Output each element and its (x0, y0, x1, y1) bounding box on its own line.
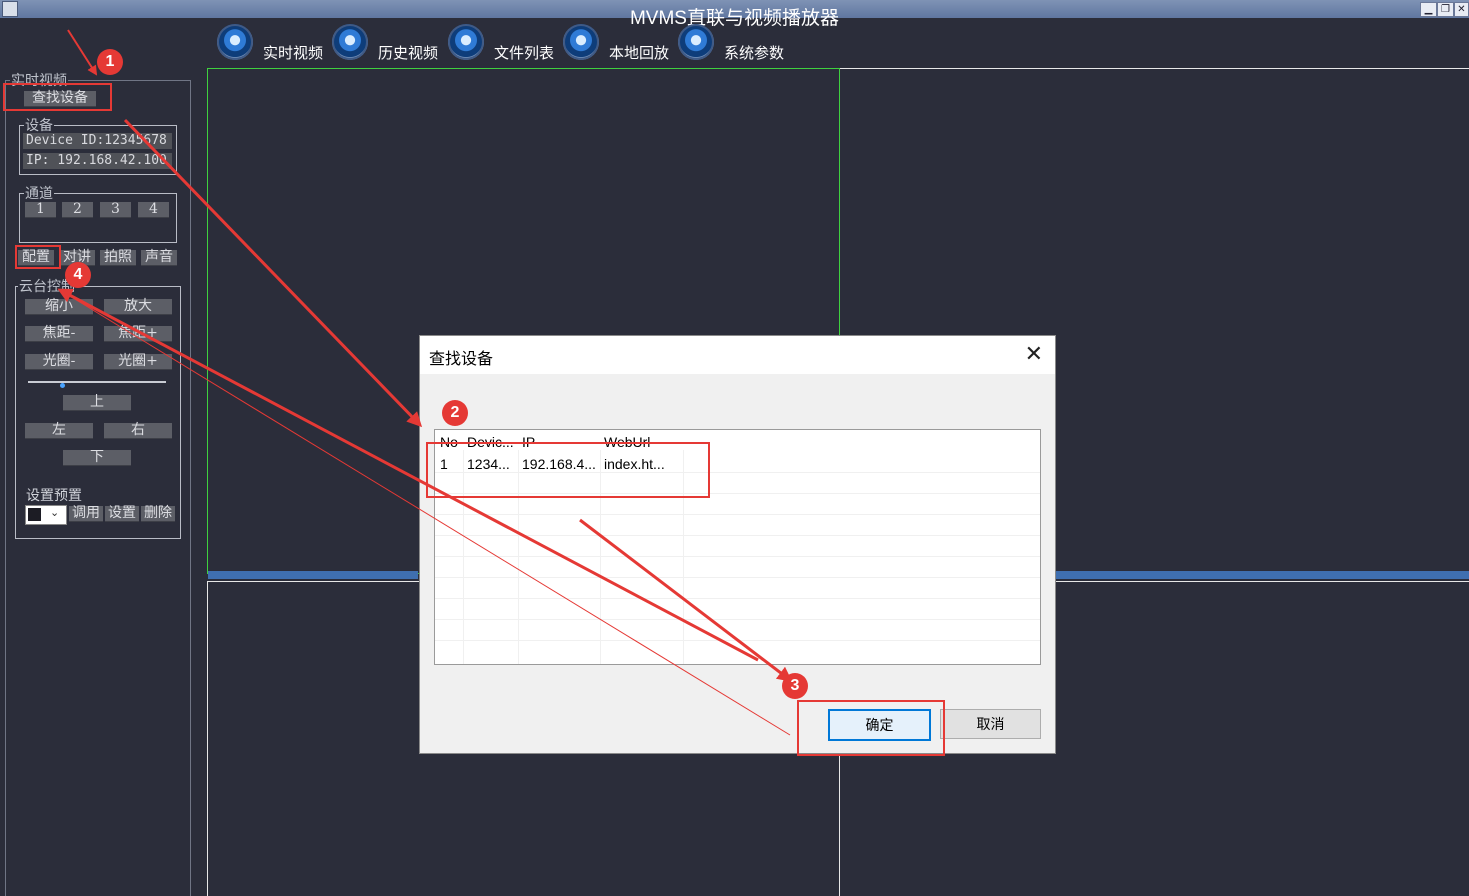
step-badge-4: 4 (65, 262, 91, 288)
annotation-box-find (3, 83, 112, 111)
step-badge-2: 2 (442, 400, 468, 426)
arrow-2 (123, 118, 423, 428)
annotation-box-config (15, 245, 61, 269)
arrow-4-thin (59, 289, 791, 736)
step-badge-1: 1 (97, 49, 123, 75)
step-badge-3: 3 (782, 673, 808, 699)
arrow-1 (67, 29, 98, 76)
annotation-box-row (426, 442, 710, 498)
annotation-arrows (57, 29, 793, 736)
arrow-3 (579, 518, 793, 682)
annotation-box-ok (797, 700, 945, 756)
